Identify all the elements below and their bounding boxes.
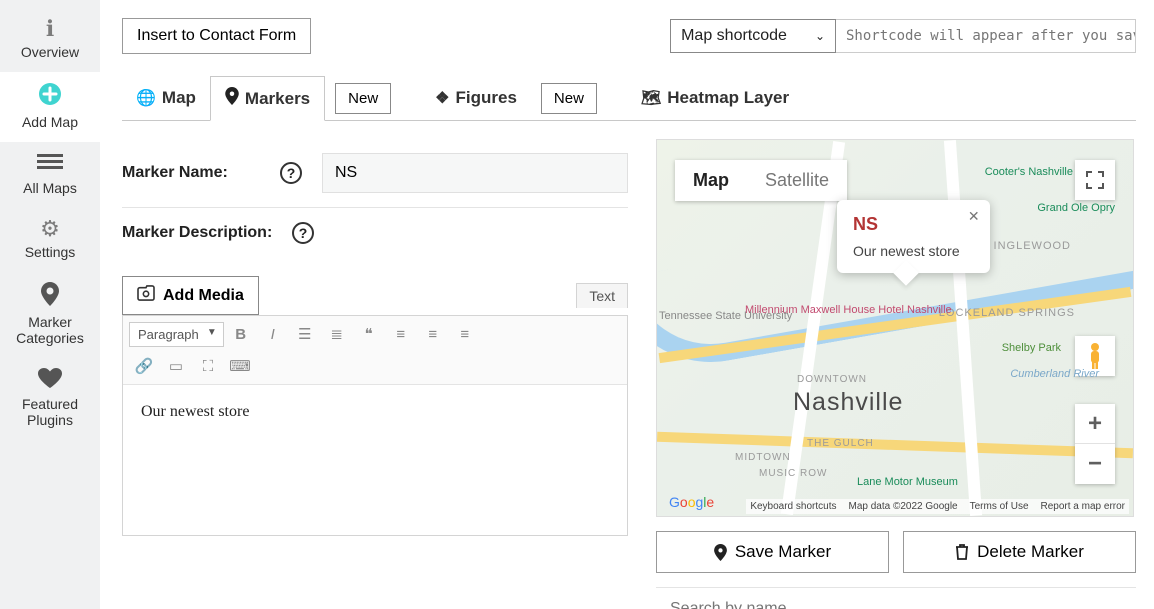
new-marker-button[interactable]: New <box>335 83 391 114</box>
pegman-icon[interactable] <box>1075 336 1115 376</box>
shortcode-select-label: Map shortcode <box>681 27 787 45</box>
bold-button[interactable]: B <box>226 320 256 348</box>
map-panel: Map Satellite + − ✕ NS <box>656 139 1136 609</box>
new-figure-button[interactable]: New <box>541 83 597 114</box>
sidebar-item-settings[interactable]: ⚙ Settings <box>0 208 100 272</box>
delete-marker-button[interactable]: Delete Marker <box>903 531 1136 573</box>
marker-description-label: Marker Description: <box>122 224 292 242</box>
sidebar-item-all-maps[interactable]: All Maps <box>0 142 100 208</box>
sidebar-item-label: Overview <box>21 44 79 60</box>
keyboard-button[interactable]: ⌨ <box>225 352 255 380</box>
list-icon <box>4 152 96 176</box>
pin-icon <box>4 282 96 310</box>
trash-icon <box>955 544 969 560</box>
quote-button[interactable]: ❝ <box>354 320 384 348</box>
tab-heatmap[interactable]: 🗺 Heatmap Layer <box>627 78 803 118</box>
add-media-button[interactable]: Add Media <box>122 276 259 315</box>
map-center-label: Nashville <box>793 388 903 417</box>
search-input[interactable] <box>656 587 1136 609</box>
map-type-control: Map Satellite <box>675 160 847 201</box>
main: Insert to Contact Form Map shortcode ⌄ S… <box>100 0 1154 609</box>
align-center-button[interactable]: ≡ <box>418 320 448 348</box>
keyboard-shortcuts-link[interactable]: Keyboard shortcuts <box>750 501 836 512</box>
format-select[interactable]: Paragraph ▼ <box>129 322 224 347</box>
sidebar: ℹ Overview Add Map All Maps ⚙ Settings M… <box>0 0 100 609</box>
tab-markers[interactable]: Markers <box>210 76 325 121</box>
sidebar-item-label: Add Map <box>22 114 78 130</box>
sidebar-item-label: All Maps <box>23 180 77 196</box>
map-credits: Keyboard shortcuts Map data ©2022 Google… <box>746 499 1129 514</box>
sidebar-item-overview[interactable]: ℹ Overview <box>0 8 100 72</box>
poi-label: MIDTOWN <box>735 452 791 463</box>
zoom-in-button[interactable]: + <box>1075 404 1115 444</box>
insert-contact-form-button[interactable]: Insert to Contact Form <box>122 18 311 54</box>
map-canvas[interactable]: Map Satellite + − ✕ NS <box>656 139 1134 517</box>
globe-icon: 🌐 <box>136 88 156 108</box>
tabs: 🌐 Map Markers New ❖ Figures New 🗺 Heatma… <box>122 76 1136 121</box>
numbered-list-button[interactable]: ≣ <box>322 320 352 348</box>
marker-name-input[interactable] <box>322 153 628 193</box>
poi-label: Shelby Park <box>1002 342 1061 354</box>
align-left-button[interactable]: ≡ <box>386 320 416 348</box>
insert-button[interactable]: ▭ <box>161 352 191 380</box>
link-button[interactable]: 🔗 <box>129 352 159 380</box>
shortcode-output: Shortcode will appear after you save m <box>836 19 1136 53</box>
marker-name-label: Marker Name: <box>122 164 280 182</box>
info-icon: ℹ <box>4 18 96 40</box>
pin-icon <box>225 87 239 110</box>
sidebar-item-marker-categories[interactable]: Marker Categories <box>0 272 100 358</box>
google-logo: Google <box>669 494 714 510</box>
close-icon[interactable]: ✕ <box>968 208 980 225</box>
help-icon[interactable]: ? <box>292 222 314 244</box>
figures-icon: ❖ <box>435 88 449 108</box>
italic-button[interactable]: I <box>258 320 288 348</box>
zoom-out-button[interactable]: − <box>1075 444 1115 484</box>
marker-form: Marker Name: ? Marker Description: ? <box>122 139 628 609</box>
bullet-list-button[interactable]: ☰ <box>290 320 320 348</box>
help-icon[interactable]: ? <box>280 162 302 184</box>
heart-icon <box>4 368 96 392</box>
sidebar-item-label: Featured Plugins <box>22 396 78 428</box>
info-window-sub: Our newest store <box>853 243 960 259</box>
poi-label: Lane Motor Museum <box>857 476 958 488</box>
map-type-map[interactable]: Map <box>675 160 747 201</box>
fullscreen-button[interactable]: ⛶ <box>193 352 223 380</box>
sidebar-item-featured-plugins[interactable]: Featured Plugins <box>0 358 100 440</box>
gear-icon: ⚙ <box>4 218 96 240</box>
sidebar-item-label: Settings <box>25 244 76 260</box>
editor-toolbar: Paragraph ▼ B I ☰ ≣ ❝ ≡ ≡ ≡ 🔗 ▭ <box>123 316 627 385</box>
media-icon <box>137 285 155 306</box>
chevron-down-icon: ⌄ <box>815 29 825 43</box>
info-window: ✕ NS Our newest store <box>837 200 990 273</box>
zoom-control: + − <box>1075 404 1115 484</box>
map-icon: 🗺 <box>641 88 661 108</box>
poi-label: Cooter's Nashville <box>985 166 1073 178</box>
tab-figures[interactable]: ❖ Figures <box>421 78 531 118</box>
report-error-link[interactable]: Report a map error <box>1041 501 1125 512</box>
editor-text-tab[interactable]: Text <box>576 283 628 308</box>
map-type-satellite[interactable]: Satellite <box>747 160 847 201</box>
plus-circle-icon <box>4 82 96 110</box>
fullscreen-icon[interactable] <box>1075 160 1115 200</box>
align-right-button[interactable]: ≡ <box>450 320 480 348</box>
tab-map[interactable]: 🌐 Map <box>122 78 210 118</box>
save-marker-button[interactable]: Save Marker <box>656 531 889 573</box>
pin-icon <box>714 544 727 561</box>
map-data-label: Map data ©2022 Google <box>848 501 957 512</box>
terms-link[interactable]: Terms of Use <box>970 501 1029 512</box>
shortcode-select[interactable]: Map shortcode ⌄ <box>670 19 836 53</box>
sidebar-item-label: Marker Categories <box>16 314 84 346</box>
editor: Add Media Text Paragraph ▼ B I ☰ ≣ ❝ ≡ <box>122 276 628 536</box>
sidebar-item-add-map[interactable]: Add Map <box>0 72 100 142</box>
editor-content[interactable]: Our newest store <box>123 385 627 535</box>
info-window-title: NS <box>853 214 960 235</box>
